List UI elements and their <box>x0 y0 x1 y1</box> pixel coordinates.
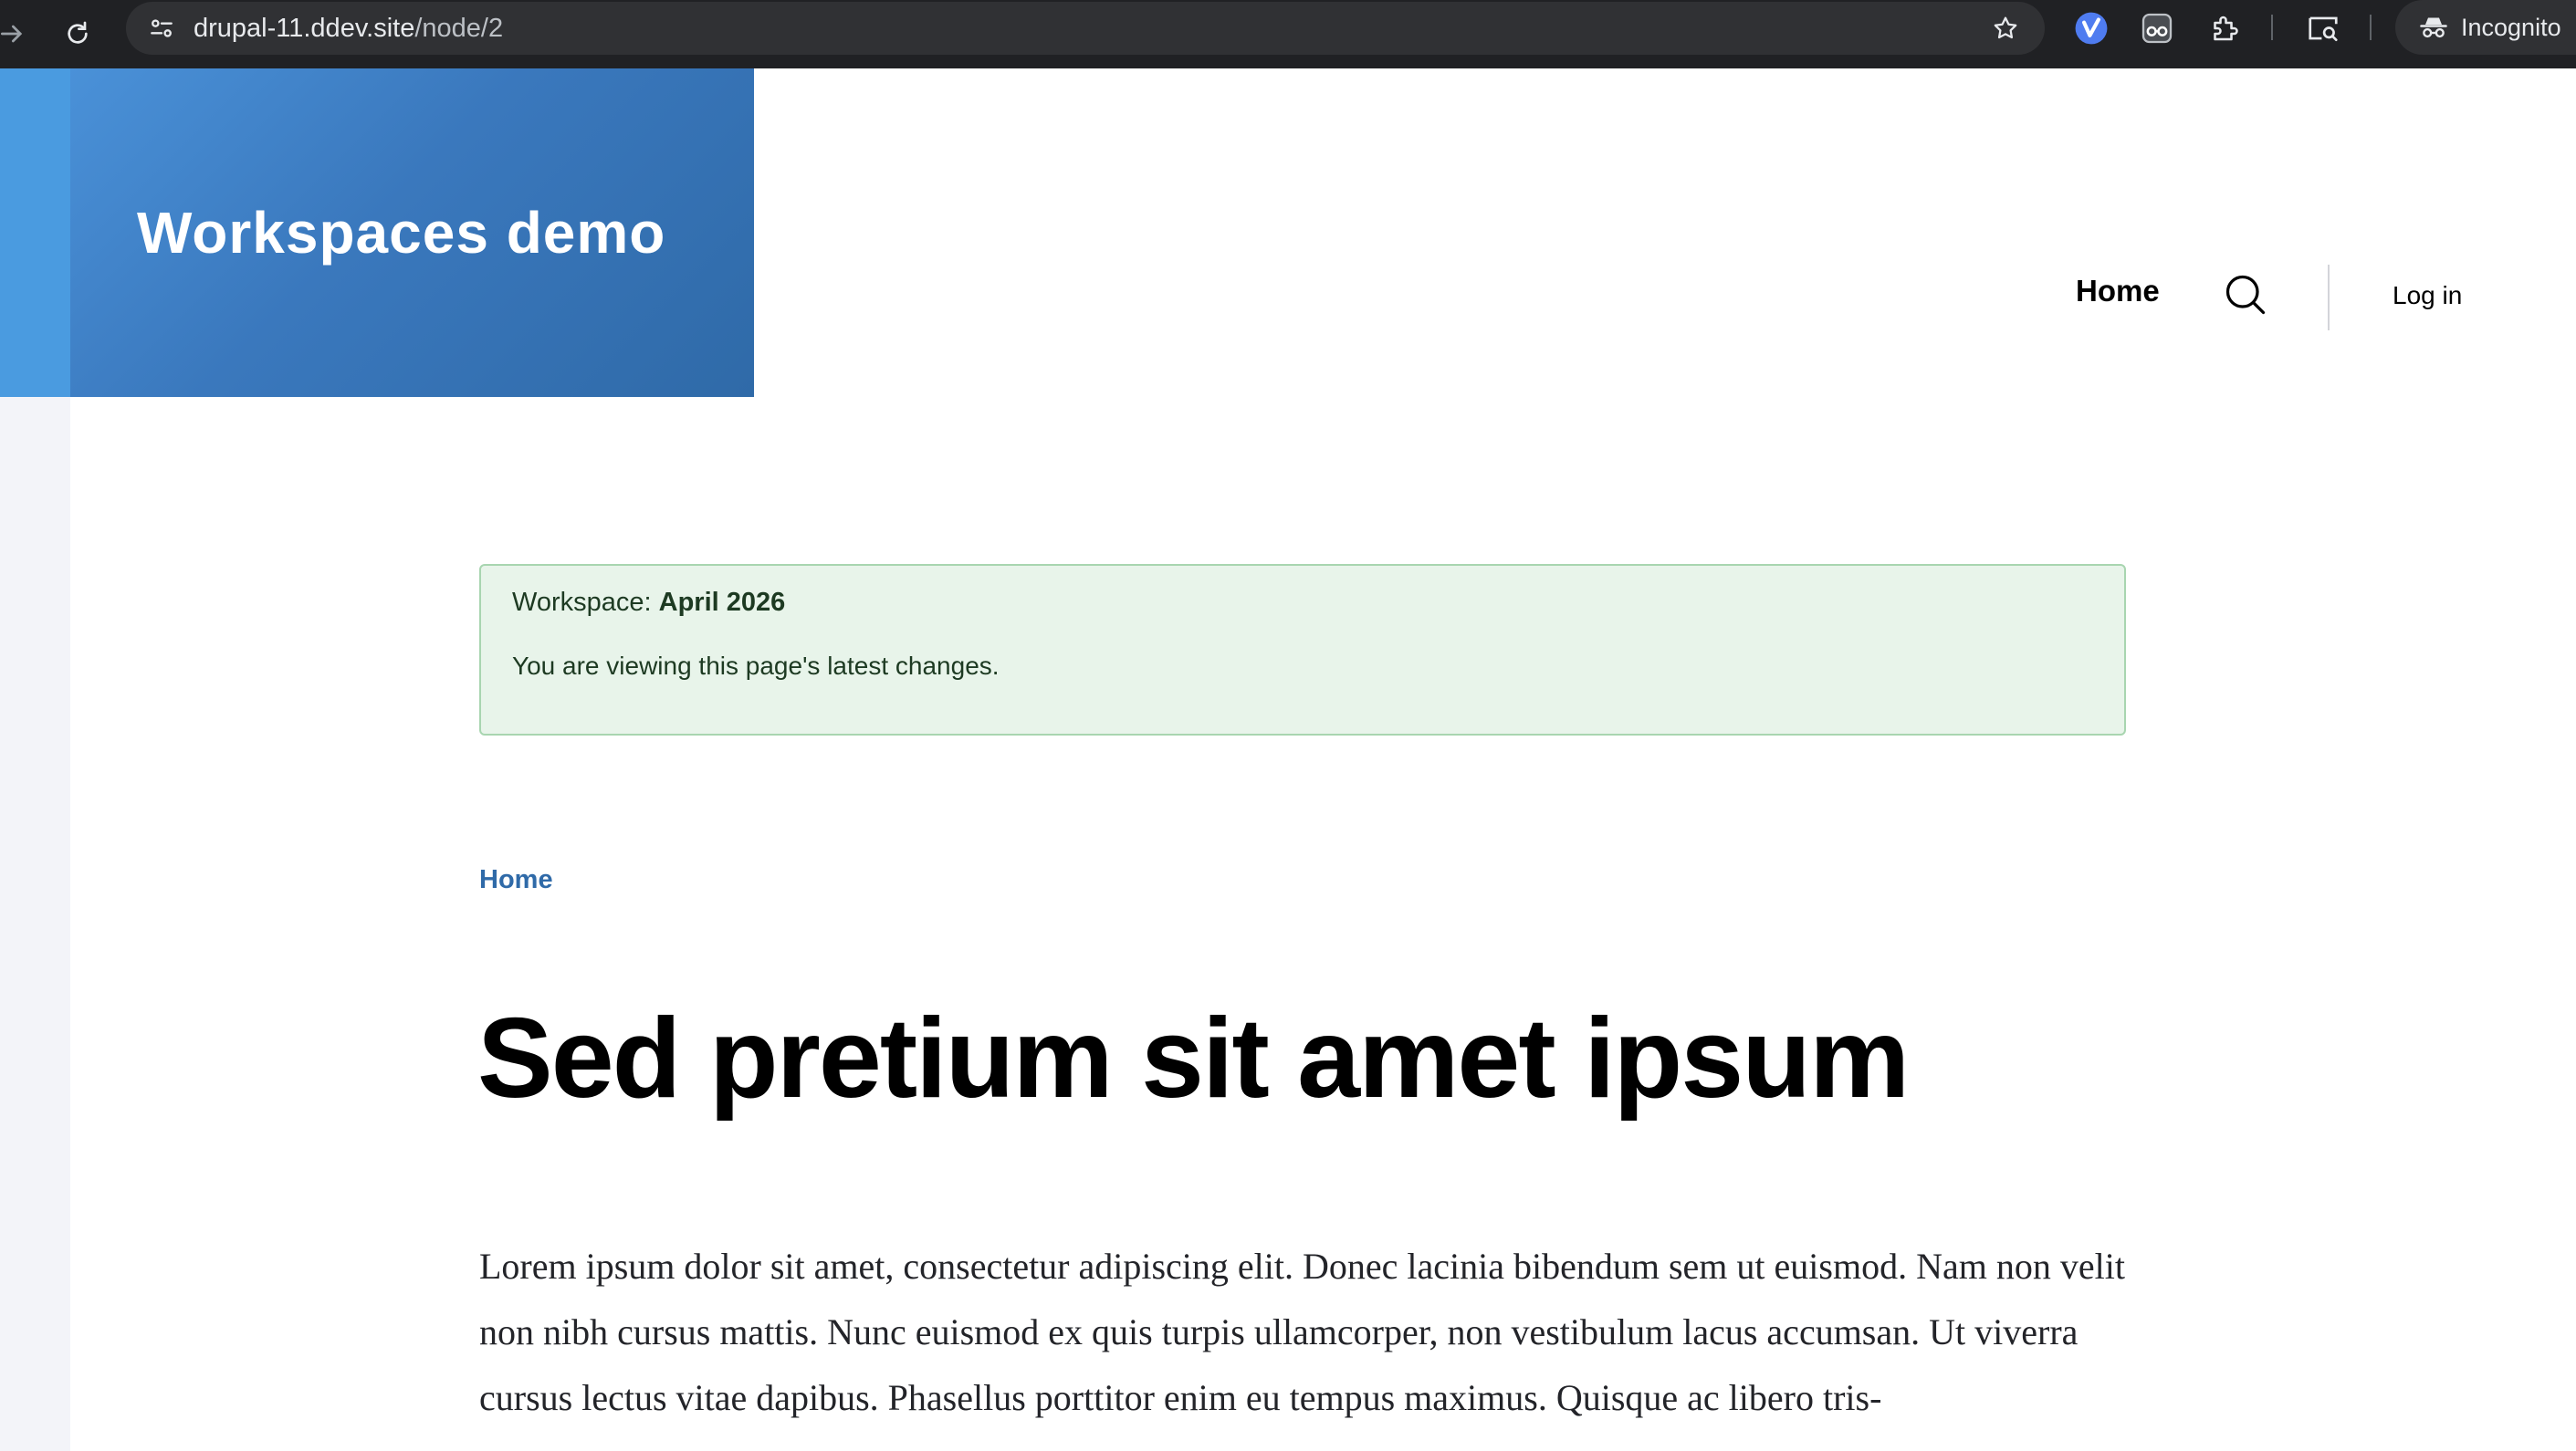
address-bar[interactable]: drupal-11.ddev.site/node/2 <box>126 2 2045 55</box>
incognito-label: Incognito <box>2461 13 2561 41</box>
workspace-status-message: Workspace: April 2026 You are viewing th… <box>479 564 2126 736</box>
site-branding: Workspaces demo <box>70 68 754 397</box>
search-button[interactable] <box>2220 269 2271 320</box>
site-info-icon[interactable] <box>141 7 183 49</box>
bookmark-star-icon[interactable] <box>1984 7 2026 49</box>
url-path: /node/2 <box>414 14 504 43</box>
url-host: drupal-11.ddev.site <box>194 14 415 43</box>
url-text[interactable]: drupal-11.ddev.site/node/2 <box>194 2 503 55</box>
workspace-detail: You are viewing this page's latest chang… <box>512 652 1000 680</box>
browser-toolbar: drupal-11.ddev.site/node/2 Incognito <box>0 0 2576 68</box>
workspace-line: Workspace: April 2026 <box>512 588 785 618</box>
page-left-stripe <box>0 68 70 1451</box>
nav-divider <box>2328 265 2330 330</box>
extension-v-icon[interactable] <box>2067 4 2116 53</box>
page-title: Sed pretium sit amet ipsum <box>477 996 1910 1122</box>
extension-glasses-icon[interactable] <box>2132 4 2182 53</box>
toolbar-divider <box>2271 15 2273 40</box>
search-icon <box>2225 275 2266 315</box>
incognito-indicator[interactable]: Incognito <box>2395 0 2576 55</box>
toolbar-divider <box>2370 15 2372 40</box>
main-nav-home-link[interactable]: Home <box>2076 274 2160 308</box>
site-name-link[interactable]: Workspaces demo <box>137 199 665 266</box>
incognito-icon <box>2414 7 2454 47</box>
workspace-label: Workspace: <box>512 588 659 617</box>
login-link[interactable]: Log in <box>2393 281 2462 310</box>
header-left-accent <box>0 68 70 397</box>
forward-arrow-icon[interactable] <box>0 13 33 55</box>
workspace-name: April 2026 <box>658 588 786 617</box>
breadcrumb-home-link[interactable]: Home <box>479 865 553 895</box>
body-paragraph: Lorem ipsum dolor sit amet, consectetur … <box>479 1246 2125 1418</box>
reload-icon[interactable] <box>57 13 99 55</box>
node-body: Lorem ipsum dolor sit amet, consectetur … <box>479 1234 2131 1431</box>
tab-search-icon[interactable] <box>2299 4 2348 53</box>
extensions-puzzle-icon[interactable] <box>2200 4 2249 53</box>
